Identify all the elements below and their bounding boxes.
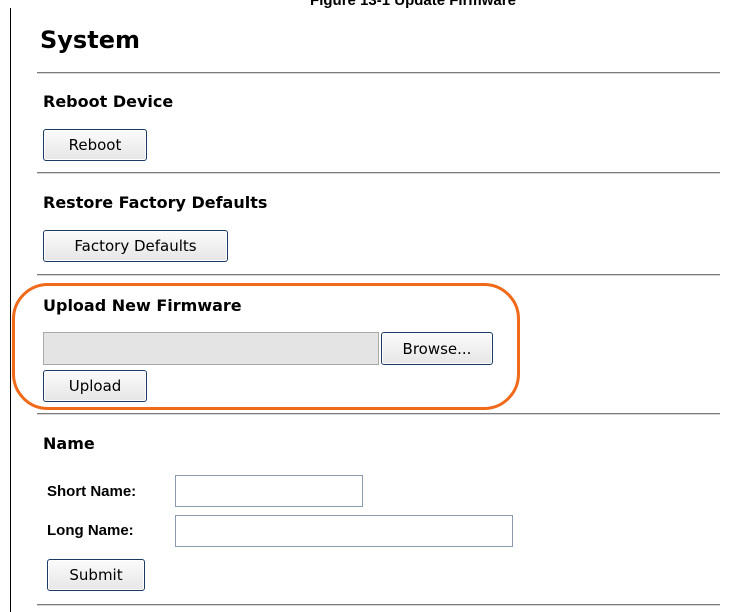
name-heading: Name [43, 434, 95, 453]
section-divider [37, 172, 720, 174]
browse-button[interactable]: Browse... [381, 332, 493, 365]
reboot-button[interactable]: Reboot [43, 129, 147, 161]
long-name-input[interactable] [175, 515, 513, 547]
factory-defaults-button[interactable]: Factory Defaults [43, 230, 228, 262]
upload-button[interactable]: Upload [43, 370, 147, 402]
reboot-heading: Reboot Device [43, 92, 174, 111]
factory-defaults-heading: Restore Factory Defaults [43, 193, 268, 212]
section-divider [37, 413, 720, 415]
firmware-file-field[interactable] [43, 332, 379, 365]
short-name-label: Short Name: [47, 483, 137, 500]
long-name-label: Long Name: [47, 522, 134, 539]
section-divider [37, 604, 720, 606]
upload-firmware-heading: Upload New Firmware [43, 296, 242, 315]
short-name-input[interactable] [175, 475, 363, 507]
page-title: System [40, 26, 140, 54]
submit-button[interactable]: Submit [47, 559, 145, 591]
section-divider [37, 72, 720, 74]
section-divider [37, 274, 720, 276]
